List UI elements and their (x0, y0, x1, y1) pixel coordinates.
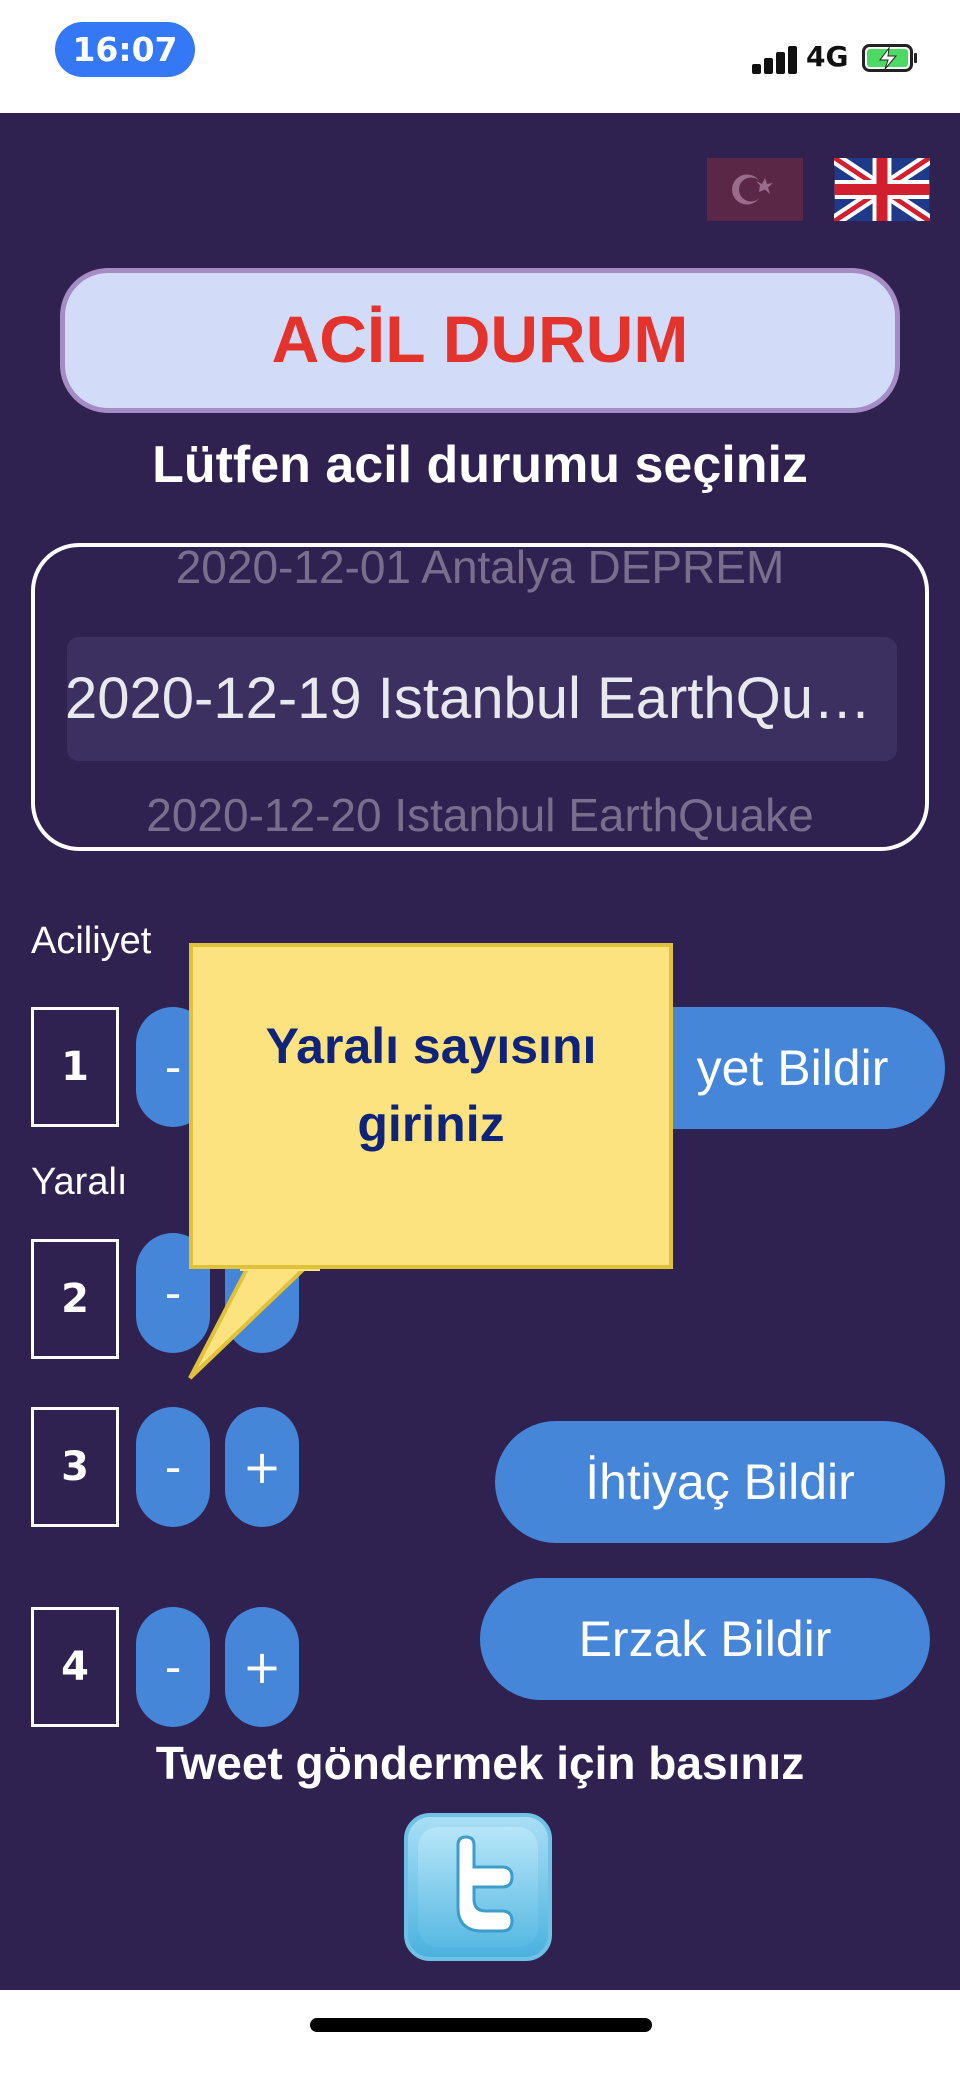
status-time: 16:07 (55, 22, 195, 77)
home-indicator-area (0, 1990, 960, 2079)
counter-3-minus-button[interactable]: - (136, 1407, 210, 1527)
tooltip-line-2: giriniz (357, 1096, 505, 1152)
signal-strength-icon (752, 44, 800, 74)
turkish-flag-icon[interactable] (707, 158, 803, 221)
counter-4-value: 4 (31, 1607, 119, 1727)
picker-option-selected[interactable]: 2020-12-19 Istanbul EarthQuake (65, 637, 895, 761)
emergency-picker[interactable]: 2020-12-01 Antalya DEPREM 2020-12-19 Ist… (31, 543, 929, 851)
yarali-label: Yaralı (31, 1161, 128, 1203)
counter-4-plus-button[interactable]: + (225, 1607, 299, 1727)
battery-charging-icon (862, 44, 917, 72)
counter-4-minus-button[interactable]: - (136, 1607, 210, 1727)
uk-flag-icon[interactable] (834, 158, 930, 221)
tweet-prompt: Tweet göndermek için basınız (155, 1737, 805, 1789)
counter-3-value: 3 (31, 1407, 119, 1527)
status-bar: 16:07 4G (0, 0, 960, 113)
aciliyet-bildir-label: yet Bildir (696, 1040, 889, 1096)
erzak-bildir-button[interactable]: Erzak Bildir (480, 1578, 930, 1700)
home-indicator[interactable] (310, 2018, 652, 2032)
yarali-count: 2 (31, 1239, 119, 1359)
aciliyet-count: 1 (31, 1007, 119, 1127)
counter-3-plus-button[interactable]: + (225, 1407, 299, 1527)
picker-option-previous[interactable]: 2020-12-01 Antalya DEPREM (65, 547, 895, 595)
ihtiyac-bildir-button[interactable]: İhtiyaç Bildir (495, 1421, 945, 1543)
tooltip-line-1: Yaralı sayısını (265, 1018, 597, 1074)
emergency-screen: ACİL DURUM Lütfen acil durumu seçiniz 20… (0, 113, 960, 1990)
twitter-button[interactable] (404, 1813, 552, 1961)
picker-option-next[interactable]: 2020-12-20 Istanbul EarthQuake (65, 787, 895, 843)
tooltip-pointer (188, 1263, 320, 1380)
twitter-icon (418, 1827, 538, 1947)
network-type: 4G (806, 40, 849, 73)
instruction-tooltip: Yaralı sayısını giriniz (189, 943, 673, 1269)
select-emergency-prompt: Lütfen acil durumu seçiniz (152, 436, 808, 494)
emergency-title-banner: ACİL DURUM (60, 268, 900, 413)
tooltip-text: Yaralı sayısını giriniz (193, 1007, 669, 1163)
aciliyet-label: Aciliyet (31, 920, 152, 962)
